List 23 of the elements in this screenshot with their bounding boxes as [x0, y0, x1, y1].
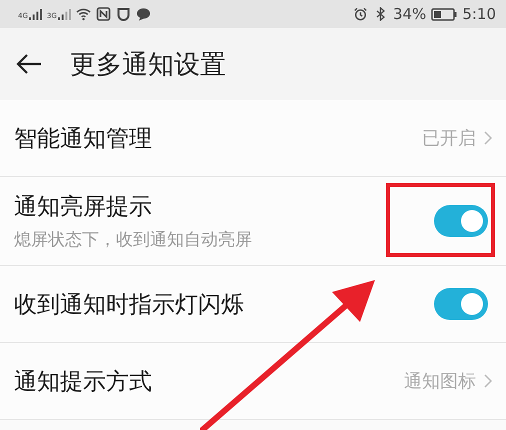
row-subtitle: 熄屏状态下，收到通知自动亮屏	[14, 229, 253, 251]
clock-time: 5:10	[462, 5, 496, 23]
row-value: 已开启	[422, 127, 476, 150]
battery-icon	[431, 8, 458, 20]
toggle-switch[interactable]	[434, 205, 488, 237]
row-label: 收到通知时指示灯闪烁	[14, 290, 245, 320]
wifi-icon	[76, 7, 91, 21]
row-value: 通知图标	[404, 370, 476, 393]
alarm-icon	[352, 7, 368, 21]
signal-icon	[58, 8, 71, 20]
battery-percent: 34%	[392, 5, 426, 23]
nfc-icon	[96, 7, 111, 21]
signal-icon	[28, 8, 42, 20]
chat-bubble-icon	[136, 7, 151, 21]
back-arrow-icon[interactable]	[16, 54, 42, 74]
row-label: 通知亮屏提示	[14, 193, 153, 222]
row-label: 智能通知管理	[14, 124, 153, 154]
shield-icon	[116, 7, 131, 21]
page-title: 更多通知设置	[70, 48, 226, 82]
chevron-right-icon	[484, 131, 492, 145]
row-label: 通知提示方式	[14, 368, 153, 396]
toggle-switch[interactable]	[434, 288, 488, 320]
chevron-right-icon	[484, 374, 492, 388]
